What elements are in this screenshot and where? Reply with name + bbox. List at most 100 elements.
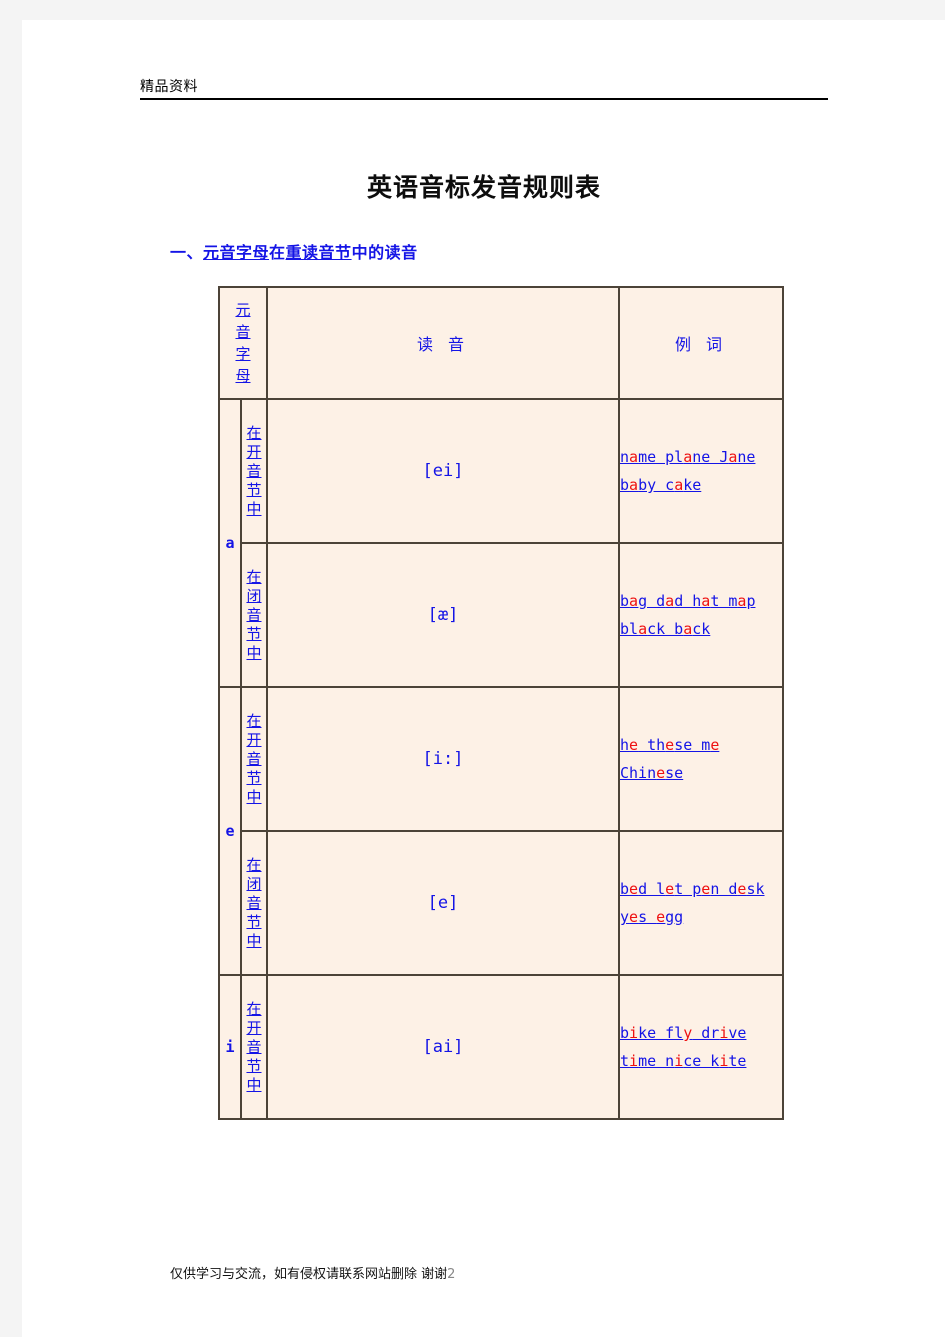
word-segment: se	[665, 764, 684, 782]
highlighted-vowel: a	[629, 476, 639, 494]
syllable-position-label: 在开音节中	[246, 711, 262, 806]
syllable-position-label: 在闭音节中	[246, 567, 262, 662]
syllable-position-cell: 在开音节中	[240, 974, 268, 1120]
word-segment: n d	[710, 880, 738, 898]
word-segment: ke	[683, 476, 702, 494]
document-page: 精品资料 英语音标发音规则表 一、元音字母在重读音节中的读音 元音字母 读 音 …	[22, 20, 945, 1337]
word-segment: ne J	[692, 448, 729, 466]
highlighted-vowel: i	[674, 1052, 684, 1070]
document-footer: 仅供学习与交流，如有侵权请联系网站删除 谢谢2	[170, 1263, 455, 1282]
word-segment: me n	[638, 1052, 675, 1070]
table-row: 在闭音节中 [æ] bag dad hat map black back	[219, 542, 784, 688]
example-word-line: bag dad hat map	[620, 587, 782, 615]
phonetic-sound-cell: [i:]	[266, 686, 620, 832]
word-segment: dr	[692, 1024, 720, 1042]
table-row: i 在开音节中 [ai] bike fly drive time nice kite	[218, 974, 784, 1120]
word-segment: th	[638, 736, 666, 754]
highlighted-vowel: e	[701, 880, 711, 898]
word-segment: se m	[674, 736, 711, 754]
word-segment: d l	[638, 880, 666, 898]
word-segment: gg	[665, 908, 684, 926]
highlighted-vowel: e	[629, 880, 639, 898]
header-cell-example: 例 词	[618, 286, 784, 400]
syllable-position-cell: 在开音节中	[240, 398, 268, 544]
highlighted-vowel: y	[683, 1024, 693, 1042]
word-segment: sk	[746, 880, 765, 898]
syllable-position-label: 在开音节中	[246, 999, 262, 1094]
word-segment: me pl	[638, 448, 684, 466]
highlighted-vowel: a	[665, 592, 675, 610]
page-title: 英语音标发音规则表	[366, 173, 601, 202]
highlighted-vowel: a	[629, 448, 639, 466]
highlighted-vowel: i	[629, 1024, 639, 1042]
header-cell-letter: 元音字母	[218, 286, 268, 400]
highlighted-vowel: e	[665, 880, 675, 898]
example-words-cell: bag dad hat map black back	[618, 542, 784, 688]
highlighted-vowel: e	[710, 736, 720, 754]
footer-text: 仅供学习与交流，如有侵权请联系网站删除 谢谢	[170, 1267, 448, 1282]
header-cell-sound: 读 音	[266, 286, 620, 400]
phonetic-sound-cell: [ai]	[266, 974, 620, 1120]
highlighted-vowel: e	[656, 908, 666, 926]
example-word-line: time nice kite	[620, 1047, 782, 1075]
highlighted-vowel: a	[638, 620, 648, 638]
word-segment: ck	[692, 620, 711, 638]
highlighted-vowel: a	[683, 620, 693, 638]
section-underlined-part-2: 重读音节	[285, 243, 352, 262]
highlighted-vowel: a	[701, 592, 711, 610]
word-segment: d h	[674, 592, 702, 610]
word-segment: bl	[620, 620, 639, 638]
vowel-letter-cell: i	[218, 974, 242, 1120]
syllable-position-cell: 在开音节中	[240, 686, 268, 832]
table-row: e 在开音节中 [i:] he these me Chinese	[218, 686, 784, 976]
vowel-letter-cell: a	[218, 398, 242, 688]
word-segment: g d	[638, 592, 666, 610]
highlighted-vowel: e	[629, 908, 639, 926]
highlighted-vowel: e	[656, 764, 666, 782]
vowel-letter-cell: e	[218, 686, 242, 976]
section-plain-part-1: 在	[269, 243, 286, 262]
word-segment: b	[620, 592, 630, 610]
highlighted-vowel: a	[629, 592, 639, 610]
word-segment: y	[620, 908, 630, 926]
word-segment: t m	[710, 592, 738, 610]
word-segment: Chin	[620, 764, 657, 782]
section-underlined-part-1: 元音字母	[203, 243, 270, 262]
word-segment: b	[620, 1024, 630, 1042]
example-word-line: bike fly drive	[620, 1019, 782, 1047]
example-word-line: black back	[620, 615, 782, 643]
header-rule	[140, 98, 828, 100]
example-words-cell: name plane Jane baby cake	[618, 398, 784, 544]
syllable-position-label: 在开音节中	[246, 423, 262, 518]
section-heading: 一、元音字母在重读音节中的读音	[170, 239, 418, 263]
word-segment: h	[620, 736, 630, 754]
running-header: 精品资料	[140, 78, 828, 100]
highlighted-vowel: a	[683, 448, 693, 466]
word-segment: t	[620, 1052, 630, 1070]
section-number: 一、	[170, 243, 204, 262]
example-word-line: he these me	[620, 731, 782, 759]
word-segment: n	[620, 448, 630, 466]
word-segment: ck b	[647, 620, 684, 638]
word-segment: by c	[638, 476, 675, 494]
highlighted-vowel: e	[665, 736, 675, 754]
word-segment: ke fl	[638, 1024, 684, 1042]
syllable-position-cell: 在闭音节中	[240, 542, 268, 688]
header-letter-label: 元音字母	[235, 301, 251, 385]
word-segment: t p	[674, 880, 702, 898]
example-word-line: name plane Jane	[620, 443, 782, 471]
word-segment: ve	[728, 1024, 747, 1042]
syllable-position-cell: 在闭音节中	[240, 830, 268, 976]
word-segment: b	[620, 880, 630, 898]
word-segment: s	[638, 908, 657, 926]
phonetic-sound-cell: [æ]	[266, 542, 620, 688]
word-segment: te	[728, 1052, 747, 1070]
example-words-cell: bike fly drive time nice kite	[618, 974, 784, 1120]
syllable-position-label: 在闭音节中	[246, 855, 262, 950]
table-row: 在闭音节中 [e] bed let pen desk yes egg	[219, 830, 784, 976]
word-segment: ce k	[683, 1052, 720, 1070]
example-words-cell: bed let pen desk yes egg	[618, 830, 784, 976]
table-row: a 在开音节中 [ei] name plane Jane baby cake	[218, 398, 784, 688]
example-word-line: yes egg	[620, 903, 782, 931]
section-plain-part-2: 中的读音	[351, 243, 418, 262]
